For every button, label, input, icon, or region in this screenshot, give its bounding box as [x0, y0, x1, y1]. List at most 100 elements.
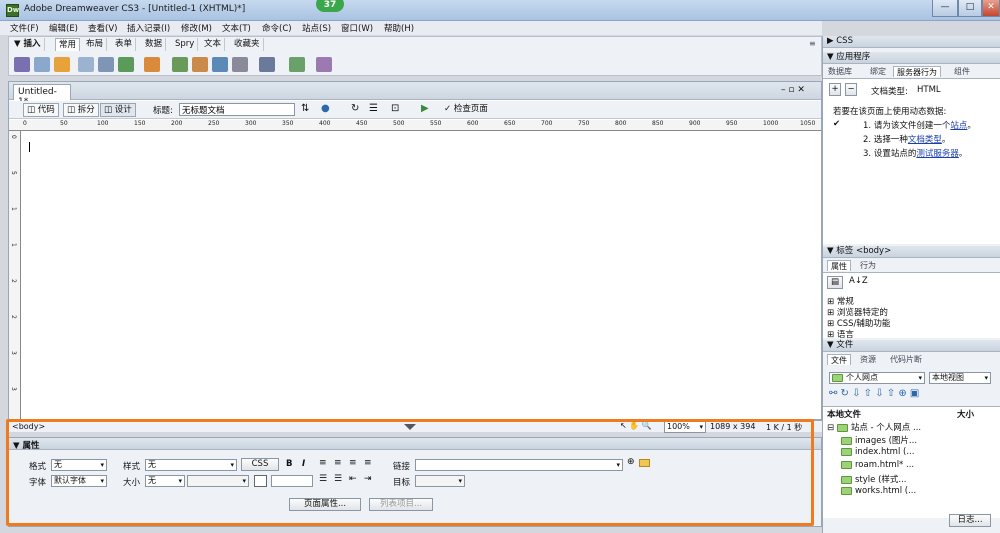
font-select[interactable]: 默认字体 — [51, 475, 107, 487]
connect-icon[interactable]: ⚯ ↻ ⇩ ⇧ ⇩ ⇧ ⊕ ▣ — [829, 388, 919, 399]
format-select[interactable]: 无 — [51, 459, 107, 471]
tab-data[interactable]: 数据 — [142, 38, 167, 51]
site-link[interactable]: 站点 — [950, 121, 967, 131]
media-icon[interactable] — [144, 57, 160, 72]
align-left-icon[interactable]: ≡ — [319, 458, 327, 468]
tab-layout[interactable]: 布局 — [83, 38, 108, 51]
window-size[interactable]: 1089 x 394 — [710, 422, 755, 431]
menu-text[interactable]: 文本(T) — [222, 22, 251, 34]
tab-attributes[interactable]: 属性 — [827, 260, 851, 271]
layer-icon[interactable] — [98, 57, 114, 72]
point-to-file-icon[interactable]: ⊕ — [627, 457, 635, 467]
collapse-arrow-icon[interactable] — [404, 424, 416, 430]
tab-server-behaviors[interactable]: 服务器行为 — [893, 66, 941, 77]
menu-edit[interactable]: 编辑(E) — [49, 22, 78, 34]
design-view-button[interactable]: ◫ 设计 — [100, 103, 136, 117]
image-icon[interactable] — [118, 57, 134, 72]
log-button[interactable]: 日志... — [949, 514, 991, 527]
text-color-input[interactable] — [271, 475, 313, 487]
file-management-icon[interactable]: ⇅ — [301, 103, 309, 114]
view-options-icon[interactable]: ☰ — [369, 103, 378, 114]
tag-chooser-icon[interactable] — [316, 57, 332, 72]
files-panel-header[interactable]: ▼ 文件 — [823, 340, 1000, 352]
target-select[interactable] — [415, 475, 465, 487]
tag-group-language[interactable]: ⊞ 语言 — [827, 328, 854, 340]
align-center-icon[interactable]: ≡ — [334, 458, 342, 468]
view-select[interactable]: 本地视图 — [929, 372, 991, 384]
email-link-icon[interactable] — [34, 57, 50, 72]
server-include-icon[interactable] — [192, 57, 208, 72]
visual-aids-icon[interactable]: ⊡ — [391, 103, 399, 114]
document-window-controls-icon[interactable]: – ▫ ✕ — [781, 85, 805, 95]
ordered-list-icon[interactable]: ☰ — [334, 474, 342, 484]
menu-file[interactable]: 文件(F) — [10, 22, 39, 34]
tab-assets[interactable]: 资源 — [857, 354, 879, 365]
category-view-icon[interactable]: ▤ — [827, 276, 843, 289]
menu-window[interactable]: 窗口(W) — [341, 22, 373, 34]
script-icon[interactable] — [259, 57, 275, 72]
named-anchor-icon[interactable] — [54, 57, 70, 72]
document-tab[interactable]: Untitled-1* — [13, 84, 71, 107]
maximize-button[interactable]: □ — [958, 0, 982, 17]
menu-view[interactable]: 查看(V) — [88, 22, 117, 34]
menu-site[interactable]: 站点(S) — [302, 22, 331, 34]
date-icon[interactable] — [172, 57, 188, 72]
sort-az-icon[interactable]: A↓Z — [849, 276, 868, 286]
tab-common[interactable]: 常用 — [55, 38, 81, 51]
browse-folder-icon[interactable] — [639, 459, 650, 467]
file-row[interactable]: style (样式... — [841, 473, 907, 485]
zoom-select[interactable]: 100% — [664, 421, 706, 433]
split-view-button[interactable]: ◫ 拆分 — [63, 103, 99, 117]
application-panel-header[interactable]: ▼ 应用程序 — [823, 52, 1000, 64]
design-canvas[interactable] — [23, 134, 815, 418]
menu-help[interactable]: 帮助(H) — [384, 22, 414, 34]
menu-insert-record[interactable]: 插入记录(I) — [127, 22, 170, 34]
page-properties-button[interactable]: 页面属性... — [289, 498, 361, 511]
tab-spry[interactable]: Spry — [172, 38, 199, 51]
preview-browser-icon[interactable]: ● — [321, 103, 330, 114]
file-row[interactable]: images (图片... — [841, 434, 917, 446]
align-right-icon[interactable]: ≡ — [349, 458, 357, 468]
comment-icon[interactable] — [212, 57, 228, 72]
menu-commands[interactable]: 命令(C) — [262, 22, 292, 34]
tab-favorites[interactable]: 收藏夹 — [231, 38, 264, 51]
text-color-swatch[interactable] — [254, 475, 267, 487]
table-icon[interactable] — [78, 57, 94, 72]
tag-inspector-header[interactable]: ▼ 标签 <body> — [823, 246, 1000, 258]
head-icon[interactable] — [232, 57, 248, 72]
css-button[interactable]: CSS — [241, 458, 279, 471]
code-view-button[interactable]: ◫ 代码 — [23, 103, 59, 117]
tab-snippets[interactable]: 代码片断 — [887, 354, 925, 365]
style-select[interactable]: 无 — [145, 459, 237, 471]
title-input[interactable] — [179, 103, 295, 116]
tab-behaviors[interactable]: 行为 — [857, 260, 879, 271]
file-row[interactable]: index.html (... — [841, 447, 914, 457]
indent-icon[interactable]: ⇥ — [364, 474, 372, 484]
tab-text[interactable]: 文本 — [201, 38, 226, 51]
tab-files[interactable]: 文件 — [827, 354, 851, 365]
validate-icon[interactable]: ▶ — [421, 103, 429, 114]
bold-button[interactable]: B — [286, 459, 292, 469]
templates-icon[interactable] — [289, 57, 305, 72]
file-row[interactable]: works.html (... — [841, 486, 916, 496]
testing-server-link[interactable]: 测试服务器 — [916, 149, 959, 159]
site-select[interactable]: 个人网点 — [829, 372, 925, 384]
link-input[interactable] — [415, 459, 623, 471]
add-behavior-button[interactable]: + — [829, 83, 841, 96]
hyperlink-icon[interactable] — [14, 57, 30, 72]
tab-bindings[interactable]: 绑定 — [867, 66, 889, 77]
tab-forms[interactable]: 表单 — [112, 38, 137, 51]
remove-behavior-button[interactable]: − — [845, 83, 857, 96]
tag-selector[interactable]: <body> — [12, 422, 45, 431]
minimize-button[interactable]: — — [932, 0, 958, 17]
files-col-size[interactable]: 大小 — [957, 408, 974, 420]
properties-header[interactable]: ▼ 属性 — [13, 439, 40, 451]
refresh-icon[interactable]: ↻ — [351, 103, 359, 114]
size-select[interactable]: 无 — [145, 475, 185, 487]
list-item-button[interactable]: 列表项目... — [369, 498, 433, 511]
tab-components[interactable]: 组件 — [951, 66, 973, 77]
close-button[interactable]: ✕ — [982, 0, 1000, 17]
select-tool-icon[interactable]: ↖ ✋ 🔍 — [620, 421, 652, 430]
unordered-list-icon[interactable]: ☰ — [319, 474, 327, 484]
css-panel-header[interactable]: ▶ CSS — [823, 36, 1000, 48]
